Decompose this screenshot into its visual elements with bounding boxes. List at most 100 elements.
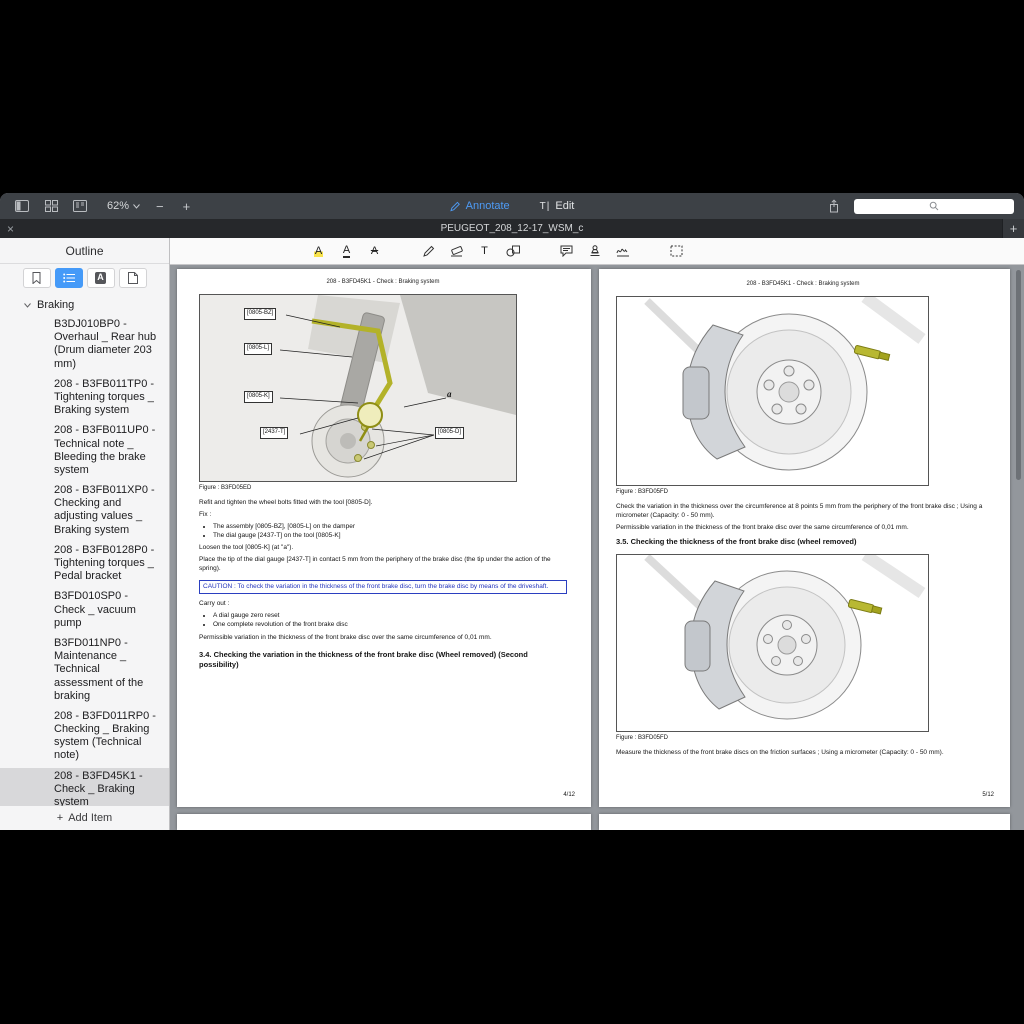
paragraph: Permissible variation in the thickness o… bbox=[199, 634, 567, 643]
figure-label-0805-D: [0805-D] bbox=[435, 427, 464, 439]
stamp-icon[interactable] bbox=[586, 243, 603, 260]
zoom-out-button[interactable]: − bbox=[153, 200, 167, 213]
outline-item[interactable]: 208 - B3FB011XP0 - Checking and adjustin… bbox=[0, 482, 169, 539]
search-input[interactable] bbox=[854, 199, 1014, 214]
outline-item[interactable]: 208 - B3FB011TP0 - Tightening torques _ … bbox=[0, 376, 169, 420]
strikethrough-icon[interactable]: A bbox=[366, 243, 383, 260]
paragraph: Fix : bbox=[199, 511, 567, 520]
outline-item[interactable]: B3DJ010BP0 - Overhaul _ Rear hub (Drum d… bbox=[0, 316, 169, 373]
main-pane: A A A T bbox=[170, 238, 1024, 830]
zoom-in-button[interactable]: + bbox=[180, 200, 194, 213]
figure-annotation-a: a bbox=[447, 389, 452, 399]
main-toolbar: 62% − + Annotate T| Edit bbox=[0, 193, 1024, 219]
sidebar-tab-thumbnails[interactable] bbox=[119, 268, 147, 288]
sidebar-tab-outline[interactable] bbox=[55, 268, 83, 288]
edit-mode-button[interactable]: T| Edit bbox=[540, 200, 575, 212]
reading-view-icon[interactable] bbox=[72, 198, 88, 214]
outline-tree: Braking B3DJ010BP0 - Overhaul _ Rear hub… bbox=[0, 293, 169, 806]
zoom-level-dropdown[interactable]: 62% bbox=[107, 200, 140, 212]
highlight-icon[interactable]: A bbox=[310, 243, 327, 260]
chevron-down-icon bbox=[24, 303, 31, 308]
page-thumbnail-icon bbox=[128, 272, 138, 284]
paragraph: Permissible variation in the thickness o… bbox=[616, 524, 990, 533]
page-number: 5/12 bbox=[982, 792, 994, 798]
brake-disc-figure-2 bbox=[616, 554, 929, 732]
signature-icon[interactable] bbox=[614, 243, 631, 260]
new-tab-button[interactable]: + bbox=[1002, 219, 1024, 238]
mode-switcher: Annotate T| Edit bbox=[450, 193, 575, 219]
edit-text-icon: T| bbox=[540, 201, 551, 212]
eraser-icon[interactable] bbox=[448, 243, 465, 260]
pdf-page-5: 208 - B3FD45K1 - Check : Braking system bbox=[599, 269, 1010, 807]
paragraph: Carry out : bbox=[199, 600, 567, 609]
annotate-mode-button[interactable]: Annotate bbox=[450, 200, 510, 212]
annotations-icon: A bbox=[95, 272, 106, 284]
annotation-toolbar: A A A T bbox=[170, 238, 1024, 265]
underline-icon[interactable]: A bbox=[338, 243, 355, 260]
figure-label-2437-T: [2437-T] bbox=[260, 427, 288, 439]
page-header: 208 - B3FD45K1 - Check : Braking system bbox=[199, 279, 567, 285]
drawing-tool-group: T bbox=[420, 243, 521, 260]
chevron-down-icon bbox=[133, 204, 140, 209]
text-tool-icon[interactable]: T bbox=[476, 243, 493, 260]
search-icon bbox=[929, 201, 939, 211]
annotate-label: Annotate bbox=[466, 200, 510, 212]
brake-disc-drawing bbox=[617, 297, 928, 485]
select-area-icon[interactable] bbox=[668, 243, 685, 260]
toolbar-right-group bbox=[826, 198, 1024, 214]
paragraph: Check the variation in the thickness ove… bbox=[616, 503, 990, 521]
carry-out-bullet-list: A dial gauge zero reset One complete rev… bbox=[199, 612, 567, 630]
brake-disc-figure-1 bbox=[616, 296, 929, 486]
figure-caption: Figure : B3FD05FD bbox=[616, 735, 990, 741]
outline-root-label: Braking bbox=[37, 299, 74, 311]
plus-icon: + bbox=[57, 812, 63, 824]
fix-bullet-list: The assembly [0805-BZ], [0805-L] on the … bbox=[199, 523, 567, 541]
brake-assembly-drawing bbox=[200, 295, 516, 481]
outline-root-braking[interactable]: Braking bbox=[0, 296, 169, 316]
page-number: 4/12 bbox=[563, 792, 575, 798]
zoom-level-value: 62% bbox=[107, 200, 129, 212]
paragraph: Measure the thickness of the front brake… bbox=[616, 749, 990, 758]
pen-icon[interactable] bbox=[420, 243, 437, 260]
content-area: Outline A bbox=[0, 238, 1024, 830]
sidebar-title: Outline bbox=[0, 238, 169, 264]
outline-item[interactable]: B3FD010SP0 - Check _ vacuum pump bbox=[0, 588, 169, 632]
add-item-label: Add Item bbox=[68, 812, 112, 824]
paragraph: Place the tip of the dial gauge [2437-T]… bbox=[199, 556, 567, 574]
bullet-item: The dial gauge [2437-T] on the tool [080… bbox=[213, 532, 567, 540]
shapes-icon[interactable] bbox=[504, 243, 521, 260]
selection-tool-group bbox=[668, 243, 685, 260]
section-heading-3-4: 3.4. Checking the variation in the thick… bbox=[199, 650, 567, 670]
bullet-item: A dial gauge zero reset bbox=[213, 612, 567, 620]
outline-item[interactable]: B3FD011NP0 - Maintenance _ Technical ass… bbox=[0, 635, 169, 705]
markup-tool-group: A A A bbox=[310, 243, 383, 260]
outline-item-selected[interactable]: 208 - B3FD45K1 - Check _ Braking system bbox=[0, 768, 169, 806]
figure-caption: Figure : B3FD05ED bbox=[199, 485, 567, 491]
note-comment-icon[interactable] bbox=[558, 243, 575, 260]
share-icon[interactable] bbox=[826, 198, 842, 214]
outline-item[interactable]: 208 - B3FB011UP0 - Technical note _ Blee… bbox=[0, 422, 169, 479]
vertical-scrollbar[interactable] bbox=[1016, 270, 1021, 480]
thumbnails-grid-icon[interactable] bbox=[43, 198, 59, 214]
tab-close-button[interactable]: × bbox=[7, 223, 14, 235]
figure-caption: Figure : B3FD05FD bbox=[616, 489, 990, 495]
document-tab[interactable]: PEUGEOT_208_12-17_WSM_c bbox=[0, 223, 1024, 234]
outline-item[interactable]: 208 - B3FB0128P0 - Tightening torques _ … bbox=[0, 542, 169, 586]
figure-label-0805-L: [0805-L] bbox=[244, 343, 272, 355]
bullet-item: One complete revolution of the front bra… bbox=[213, 621, 567, 629]
bookmark-icon bbox=[32, 272, 41, 284]
add-item-button[interactable]: + Add Item bbox=[0, 806, 169, 830]
document-viewport[interactable]: 208 - B3FD45K1 - Check : Braking system bbox=[170, 265, 1024, 830]
sidebar-tab-group: A bbox=[0, 264, 169, 293]
sidebar-tab-bookmarks[interactable] bbox=[23, 268, 51, 288]
sidebar-tab-annotations[interactable]: A bbox=[87, 268, 115, 288]
outline-item[interactable]: 208 - B3FD011RP0 - Checking _ Braking sy… bbox=[0, 708, 169, 765]
toolbar-left-group: 62% − + bbox=[0, 198, 193, 214]
next-page-partial bbox=[599, 814, 1010, 830]
edit-label: Edit bbox=[555, 200, 574, 212]
brake-tool-figure: [0805-BZ] [0805-L] [0805-K] [2437-T] [08… bbox=[199, 294, 517, 482]
bullet-item: The assembly [0805-BZ], [0805-L] on the … bbox=[213, 523, 567, 531]
sidebar-toggle-icon[interactable] bbox=[14, 198, 30, 214]
page-header: 208 - B3FD45K1 - Check : Braking system bbox=[616, 281, 990, 287]
sidebar: Outline A bbox=[0, 238, 170, 830]
